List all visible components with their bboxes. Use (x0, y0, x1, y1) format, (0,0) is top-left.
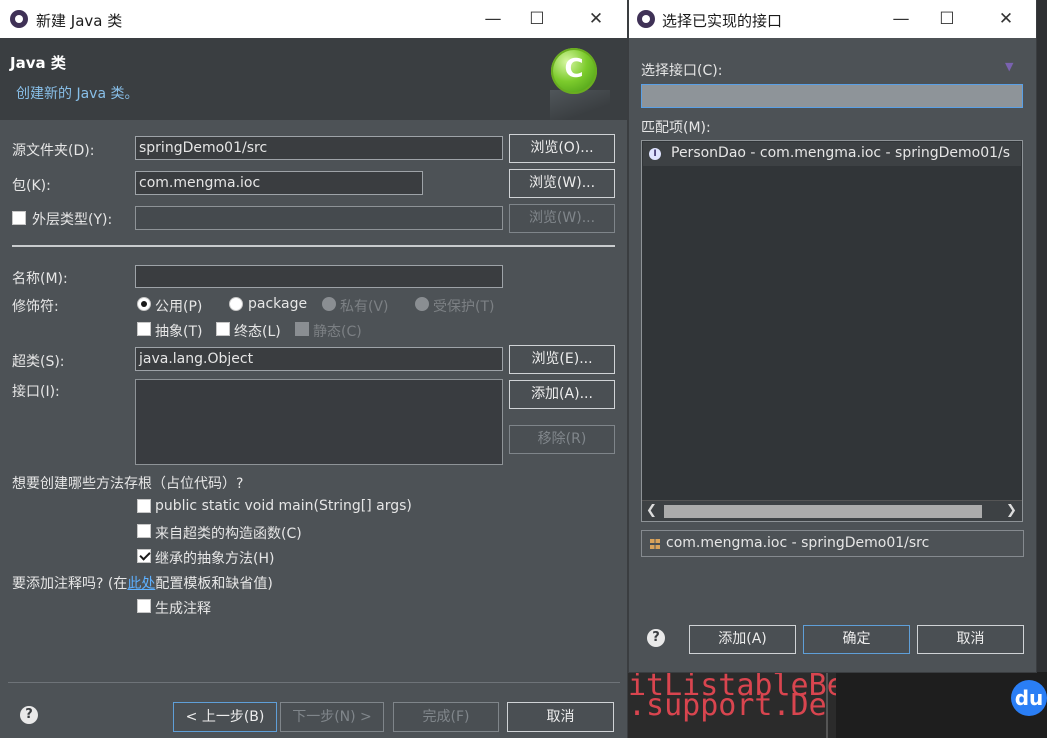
add-interface-button[interactable]: 添加(A)... (509, 380, 615, 409)
package-icon (650, 539, 660, 549)
constructors-checkbox[interactable] (137, 524, 151, 538)
enclosing-type-checkbox[interactable] (12, 211, 26, 225)
comments-question-suffix: 配置模板和缺省值) (155, 576, 273, 592)
java-class-logo-icon: C (551, 48, 597, 94)
browse-package-button[interactable]: 浏览(W)... (509, 169, 615, 198)
cancel-button[interactable]: 取消 (507, 702, 614, 732)
maximize-button[interactable]: ☐ (514, 0, 560, 38)
browse-source-button[interactable]: 浏览(O)... (509, 134, 615, 163)
source-folder-label: 源文件夹(D): (12, 143, 95, 159)
left-titlebar: 新建 Java 类 — ☐ ✕ (0, 0, 627, 38)
main-stub-label: public static void main(String[] args) (155, 498, 412, 514)
abstract-checkbox[interactable] (137, 322, 151, 336)
stubs-question: 想要创建哪些方法存根（占位代码）? (12, 476, 244, 492)
eclipse-app-icon (637, 10, 655, 28)
superclass-input[interactable]: java.lang.Object (135, 347, 503, 371)
select-interface-label: 选择接口(C): (641, 63, 723, 79)
horizontal-scrollbar[interactable]: ❮ ❯ (642, 500, 1022, 521)
close-button[interactable]: ✕ (573, 0, 619, 38)
scroll-left-icon[interactable]: ❮ (646, 503, 657, 518)
superclass-label: 超类(S): (12, 354, 65, 370)
eclipse-app-icon (10, 10, 28, 28)
dialog-cancel-button[interactable]: 取消 (917, 625, 1024, 654)
comments-question: 要添加注释吗? (在此处配置模板和缺省值) (12, 573, 273, 593)
banner-title: Java 类 (10, 54, 66, 72)
interface-search-input[interactable] (641, 84, 1023, 108)
protected-radio[interactable] (415, 297, 429, 311)
maximize-button[interactable]: ☐ (924, 0, 970, 38)
package-radio-label: package (248, 296, 308, 312)
add-button[interactable]: 添加(A) (689, 625, 796, 654)
configure-templates-link[interactable]: 此处 (127, 576, 155, 592)
comments-question-prefix: 要添加注释吗? (在 (12, 576, 128, 592)
ok-button[interactable]: 确定 (803, 625, 910, 654)
background-edge (1036, 0, 1047, 672)
protected-label: 受保护(T) (433, 299, 495, 315)
interface-icon: I (649, 148, 661, 160)
close-button[interactable]: ✕ (983, 0, 1029, 38)
banner-subtitle: 创建新的 Java 类。 (16, 86, 139, 102)
list-item-text: PersonDao - com.mengma.ioc - springDemo0… (671, 145, 1011, 161)
constructors-label: 来自超类的构造函数(C) (155, 526, 302, 542)
modifiers-label: 修饰符: (12, 299, 59, 315)
minimize-button[interactable]: — (470, 0, 516, 38)
next-button[interactable]: 下一步(N) > (280, 702, 384, 732)
list-item[interactable]: I PersonDao - com.mengma.ioc - springDem… (643, 142, 1021, 166)
package-status-field: com.mengma.ioc - springDemo01/src (641, 530, 1024, 557)
enclosing-type-input[interactable] (135, 206, 503, 230)
main-stub-checkbox[interactable] (137, 499, 151, 513)
generate-comments-label: 生成注释 (155, 601, 211, 617)
generate-comments-checkbox[interactable] (137, 599, 151, 613)
package-input[interactable]: com.mengma.ioc (135, 171, 423, 195)
public-label: 公用(P) (155, 299, 203, 315)
static-checkbox[interactable] (295, 322, 309, 336)
enclosing-type-label: 外层类型(Y): (32, 212, 113, 228)
right-window-title: 选择已实现的接口 (662, 12, 783, 30)
inherited-methods-label: 继承的抽象方法(H) (155, 551, 275, 567)
name-input[interactable] (135, 265, 503, 288)
wizard-banner: Java 类 创建新的 Java 类。 C (0, 38, 627, 120)
back-button[interactable]: < 上一步(B) (173, 702, 277, 732)
desktop: itListableBe .support.De 新建 Java 类 — ☐ ✕… (0, 0, 1047, 738)
remove-interface-button[interactable]: 移除(R) (509, 425, 615, 454)
package-label: 包(K): (12, 178, 51, 194)
abstract-label: 抽象(T) (155, 324, 203, 340)
browse-superclass-button[interactable]: 浏览(E)... (509, 345, 615, 374)
private-radio[interactable] (322, 297, 336, 311)
final-checkbox[interactable] (216, 322, 230, 336)
minimize-button[interactable]: — (878, 0, 924, 38)
footer-separator (8, 682, 620, 683)
matching-items-label: 匹配项(M): (641, 120, 711, 136)
source-folder-input[interactable]: springDemo01/src (135, 136, 503, 160)
separator (12, 245, 615, 247)
finish-button[interactable]: 完成(F) (393, 702, 499, 732)
question-circle-icon[interactable]: ? (647, 629, 665, 647)
implemented-interfaces-dialog: 选择已实现的接口 — ☐ ✕ 选择接口(C): ▼ 匹配项(M): I Pers… (629, 0, 1036, 672)
scroll-right-icon[interactable]: ❯ (1006, 503, 1017, 518)
filter-menu-icon[interactable]: ▼ (1005, 60, 1013, 73)
inherited-methods-checkbox[interactable] (137, 549, 151, 563)
baidu-du-icon[interactable]: du (1011, 680, 1047, 716)
interfaces-list[interactable] (135, 379, 503, 465)
left-window-title: 新建 Java 类 (36, 12, 123, 30)
final-label: 终态(L) (234, 324, 281, 340)
browse-enclosing-button[interactable]: 浏览(W)... (509, 204, 615, 233)
background-code-line-2: .support.De (628, 688, 827, 723)
new-java-class-window: 新建 Java 类 — ☐ ✕ Java 类 创建新的 Java 类。 C 源文… (0, 0, 627, 738)
banner-decoration (550, 90, 610, 120)
question-circle-icon[interactable]: ? (20, 706, 38, 724)
package-status-text: com.mengma.ioc - springDemo01/src (666, 535, 930, 551)
name-label: 名称(M): (12, 271, 68, 287)
interfaces-label: 接口(I): (12, 384, 60, 400)
package-radio[interactable] (229, 297, 243, 311)
scrollbar-thumb[interactable] (664, 505, 982, 518)
static-label: 静态(C) (313, 324, 362, 340)
private-label: 私有(V) (340, 299, 389, 315)
right-titlebar: 选择已实现的接口 — ☐ ✕ (629, 0, 1036, 38)
matching-items-list[interactable]: I PersonDao - com.mengma.ioc - springDem… (641, 140, 1023, 522)
editor-divider (826, 671, 828, 738)
public-radio[interactable] (137, 297, 151, 311)
